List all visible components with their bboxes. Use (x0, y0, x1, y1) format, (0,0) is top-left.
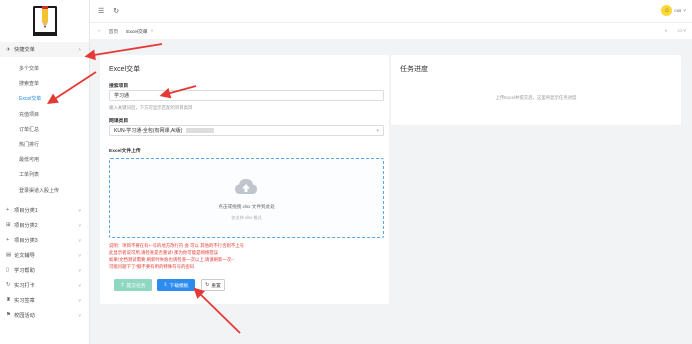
chevron-down-icon: ˅ (78, 297, 81, 303)
tabs-more-icon[interactable]: ▭ ˅ (677, 29, 686, 34)
sidebar-group-label: 快捷交单 (14, 47, 35, 53)
sidebar-group-label: 校园活动 (14, 312, 35, 319)
submit-task-button[interactable]: ⇪ 提交任务 (114, 279, 152, 291)
channel-select-value: KUN-学习通-全包(有网课,AI版) (114, 128, 183, 134)
sidebar-group-label: 论文辅导 (14, 252, 35, 259)
user-menu[interactable]: ☺ cxs ˅ (661, 5, 686, 16)
download-template-label: 下载模板 (169, 283, 189, 289)
search-project-input[interactable]: 学习通 (109, 90, 384, 101)
progress-title: 任务进度 (400, 66, 428, 73)
upload-instruction: 点击或拖拽 xlsx 文件到此处 (218, 204, 275, 209)
note-line: 此显示者说可用,请检查是否重试! 那为你可能是网络错误 (109, 250, 219, 255)
chevron-down-icon: ˅ (78, 252, 81, 258)
sidebar-group-quick-order[interactable]: ✈ 快捷交单 ˄ (0, 42, 89, 57)
grid-icon: ⊞ (6, 222, 11, 229)
tab-home[interactable]: 首页 (109, 28, 119, 35)
sidebar-item-order-summary[interactable]: 订单汇总 (0, 122, 89, 137)
sidebar-group-category-2[interactable]: ⊞ 项目分类2 ˅ (0, 218, 89, 233)
channel-label: 网课类目 (109, 119, 129, 124)
pencil-book-logo-icon (32, 6, 57, 36)
note-line: 可能问题下了*额不要有用的特殊符号的密码 (109, 264, 195, 269)
sidebar-group-campus-activity[interactable]: ⚑ 校园活动 ˅ (0, 308, 89, 323)
sidebar-item-login-upload[interactable]: 登录渠道入股上传 (0, 183, 89, 198)
file-upload-dropzone[interactable]: 点击或拖拽 xlsx 文件到此处 仅支持 xlsx 格式 (109, 158, 384, 238)
chevron-down-icon: ˅ (376, 128, 379, 133)
cloud-upload-icon (235, 179, 257, 194)
sidebar-item-lowest-available[interactable]: 最低可用 (0, 152, 89, 167)
sidebar-item-hot-ranking[interactable]: 热门排行 (0, 137, 89, 152)
submit-task-label: 提交任务 (126, 283, 146, 289)
chevron-down-icon: ˅ (78, 282, 81, 288)
sidebar-group-internship-checkin[interactable]: ↻ 实习打卡 ˅ (0, 278, 89, 293)
sidebar-group-label: 项目分类1 (14, 207, 38, 214)
sidebar-item-multi-order[interactable]: 多个交单 (0, 61, 89, 76)
user-name: cxs (674, 8, 682, 13)
sidebar-group-category-1[interactable]: + 项目分类1 ˅ (0, 203, 89, 218)
tab-bar: « 首页 Excel交单 × » ▭ ˅ (90, 22, 692, 39)
sidebar-group-label: 实习签章 (14, 297, 35, 304)
sidebar-group-internship-seal[interactable]: ♜ 实习签章 ˅ (0, 293, 89, 308)
upload-icon: ⇪ (120, 282, 125, 288)
close-tab-icon[interactable]: × (151, 29, 154, 34)
sidebar-group-study-help[interactable]: ▯ 学习帮助 ˅ (0, 263, 89, 278)
book-icon: ▤ (6, 252, 12, 259)
stamp-icon: ♜ (6, 297, 11, 304)
upload-label: Excel文件上传 (109, 149, 141, 154)
sidebar-group-label: 项目分类3 (14, 237, 38, 244)
chevron-down-icon: ˅ (683, 8, 686, 13)
reset-icon: ↻ (205, 282, 210, 288)
location-icon: ↻ (6, 282, 11, 289)
tabs-scroll-left-icon[interactable]: « (98, 29, 101, 34)
rocket-icon: ✈ (6, 46, 11, 53)
chevron-down-icon: ˅ (78, 207, 81, 213)
menu-toggle-icon[interactable]: ☰ (98, 7, 104, 15)
sidebar-item-recharge[interactable]: 充值项目 (0, 107, 89, 122)
refresh-icon[interactable]: ↻ (113, 7, 119, 15)
sidebar-item-excel-order[interactable]: Excel交单 (0, 91, 89, 106)
task-progress-card: 任务进度 上传Excel并提交后，这里将显示任务进度 (391, 55, 681, 125)
download-icon: ⇩ (163, 282, 168, 288)
tab-excel-order[interactable]: Excel交单 (126, 28, 147, 35)
avatar: ☺ (661, 5, 673, 16)
sidebar-group-paper[interactable]: ▤ 论文辅导 ˅ (0, 248, 89, 263)
upload-format-hint: 仅支持 xlsx 格式 (231, 215, 262, 220)
card-title: Excel交单 (109, 66, 141, 73)
channel-select[interactable]: KUN-学习通-全包(有网课,AI版) ˅ (109, 125, 384, 136)
plus-icon: + (6, 237, 10, 244)
sidebar-group-label: 实习打卡 (14, 282, 35, 289)
sidebar-group-label: 项目分类2 (14, 222, 38, 229)
search-hint: 输入关键词后，下方可显示匹配的项目类目 (109, 105, 193, 110)
topbar: ☰ ↻ ☺ cxs ˅ (90, 0, 692, 22)
flag-icon: ⚑ (6, 312, 11, 319)
sidebar-group-label: 学习帮助 (14, 267, 35, 274)
reset-label: 重置 (211, 283, 221, 289)
plus-icon: + (6, 207, 10, 214)
chevron-down-icon: ˅ (78, 237, 81, 243)
chevron-down-icon: ˅ (78, 267, 81, 273)
chevron-down-icon: ˅ (78, 312, 81, 318)
sidebar-group-category-3[interactable]: + 项目分类3 ˅ (0, 233, 89, 248)
sidebar: ✈ 快捷交单 ˄ 多个交单 搜索查单 Excel交单 充值项目 订单汇总 热门排… (0, 0, 90, 344)
chevron-up-icon: ˄ (78, 47, 81, 52)
download-template-button[interactable]: ⇩ 下载模板 (157, 279, 195, 291)
reset-button[interactable]: ↻ 重置 (201, 279, 225, 291)
progress-empty-text: 上传Excel并提交后，这里将显示任务进度 (495, 95, 577, 100)
chevron-down-icon: ˅ (78, 222, 81, 228)
search-project-label: 搜索项目 (109, 84, 129, 89)
search-project-value: 学习通 (114, 93, 130, 99)
sidebar-item-ticket-list[interactable]: 工单列表 (0, 167, 89, 182)
instructions-note: 说明：项目不要在有+-号的地方改行符 会 可以 其他的不行否则不上号 此显示者说… (109, 242, 384, 270)
logo (0, 0, 89, 42)
tabs-scroll-right-icon[interactable]: » (665, 29, 668, 34)
blurred-text (186, 128, 215, 133)
note-line: 说明：项目不要在有+-号的地方改行符 会 可以 其他的不行否则不上号 (109, 243, 245, 248)
sidebar-item-search-order[interactable]: 搜索查单 (0, 76, 89, 91)
phone-icon: ▯ (6, 267, 10, 274)
excel-order-card: Excel交单 搜索项目 学习通 输入关键词后，下方可显示匹配的项目类目 网课类… (100, 55, 389, 304)
note-line: 如果/文档测试需要,刷新时失败也请检查一次以上,请请刷新一次-- (109, 257, 235, 262)
